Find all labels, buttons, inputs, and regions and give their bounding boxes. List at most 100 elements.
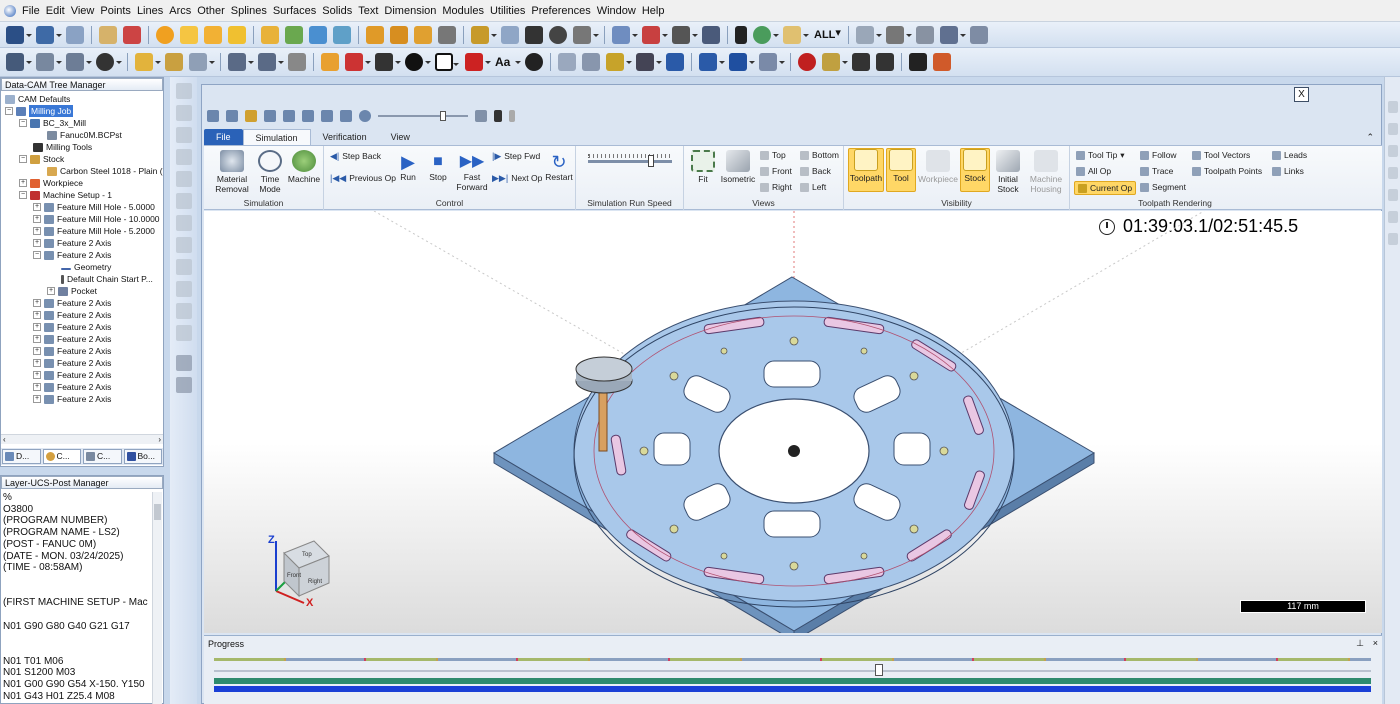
union-icon[interactable]	[309, 25, 327, 44]
body-select-icon[interactable]	[175, 303, 192, 319]
transform-icon[interactable]	[759, 53, 785, 71]
panel-icon[interactable]	[1387, 101, 1398, 113]
links-button[interactable]: Links	[1272, 166, 1304, 176]
select-filter-icon[interactable]	[753, 25, 779, 44]
pointer-tool-icon[interactable]	[175, 83, 192, 99]
time-mode-button[interactable]: Time Mode	[254, 150, 286, 194]
tree-item-pocket[interactable]: + Pocket	[47, 285, 97, 297]
hatch-icon[interactable]	[288, 53, 306, 71]
tree-item-feature[interactable]: + Feature Mill Hole - 5.0000	[33, 201, 155, 213]
erase-icon[interactable]	[123, 25, 141, 44]
view-cube-icon[interactable]	[672, 25, 698, 44]
view-bottom-button[interactable]: Bottom	[800, 150, 839, 160]
properties-icon[interactable]	[940, 25, 967, 44]
window-icon[interactable]	[6, 53, 32, 71]
menu-other[interactable]: Other	[194, 5, 228, 17]
area-select-icon[interactable]	[175, 215, 192, 231]
menu-help[interactable]: Help	[639, 5, 668, 17]
tool-toggle[interactable]: Tool	[886, 148, 916, 192]
solid-view-icon[interactable]	[699, 53, 725, 71]
level-dropdown-icon[interactable]: ▾	[835, 26, 841, 44]
move-icon[interactable]	[66, 25, 84, 44]
material-removal-button[interactable]: Material Removal	[210, 150, 254, 194]
rotate-icon[interactable]	[549, 25, 567, 44]
tree-item-milling-job[interactable]: − Milling Job	[5, 105, 74, 117]
menu-modules[interactable]: Modules	[439, 5, 487, 17]
view-right-button[interactable]: Right	[760, 182, 792, 192]
tree-item-machine[interactable]: − BC_3x_Mill	[19, 117, 86, 129]
select-snap-icon[interactable]	[36, 25, 62, 44]
menu-text[interactable]: Text	[355, 5, 381, 17]
toolpath-toggle[interactable]: Toolpath	[848, 148, 884, 192]
tree-item-workpiece[interactable]: + Workpiece	[19, 177, 83, 189]
boolean-icon[interactable]	[285, 25, 303, 44]
simulation-viewport[interactable]: 01:39:03.1/02:51:45.5 Z X Top Front Righ…	[204, 211, 1382, 633]
speed-slider-small[interactable]	[378, 111, 468, 121]
panel-icon[interactable]	[1387, 123, 1398, 135]
fast-forward-button[interactable]: ▶▶ Fast Forward	[454, 152, 490, 192]
pin-icon[interactable]: ⊥	[1356, 638, 1364, 649]
view-left-button[interactable]: Left	[800, 182, 826, 192]
scroll-right-icon[interactable]: ›	[158, 435, 161, 444]
menu-file[interactable]: File	[19, 5, 43, 17]
menu-solids[interactable]: Solids	[319, 5, 355, 17]
menu-view[interactable]: View	[68, 5, 98, 17]
panel-icon[interactable]	[1387, 167, 1398, 179]
tab-file[interactable]: File	[204, 129, 243, 146]
machine-housing-toggle[interactable]: Machine Housing	[1026, 150, 1066, 194]
follow-button[interactable]: Follow	[1140, 150, 1177, 160]
toolpath-points-button[interactable]: Toolpath Points	[1192, 166, 1262, 176]
isometric-button[interactable]: Isometric	[718, 150, 758, 184]
menu-edit[interactable]: Edit	[43, 5, 68, 17]
shell-icon[interactable]	[414, 25, 432, 44]
menu-arcs[interactable]: Arcs	[166, 5, 194, 17]
tree-item-feature[interactable]: + Feature 2 Axis	[33, 345, 111, 357]
tree-item-cam-defaults[interactable]: CAM Defaults	[5, 93, 70, 105]
dynamic-view-icon[interactable]	[573, 25, 599, 44]
mirror-icon[interactable]	[636, 53, 662, 71]
cursor-small-icon[interactable]	[494, 110, 502, 122]
zoom-window-icon[interactable]	[501, 25, 519, 44]
tree-item-milling-tools[interactable]: Milling Tools	[33, 141, 92, 153]
display-icon[interactable]	[36, 53, 62, 71]
tree-item-stock[interactable]: − Stock	[19, 153, 64, 165]
cam-icon[interactable]	[909, 53, 927, 71]
tool-vectors-button[interactable]: Tool Vectors	[1192, 150, 1250, 160]
select-tool-icon[interactable]	[175, 105, 192, 121]
progress-close-icon[interactable]: ×	[1373, 638, 1378, 648]
solid-op-2-icon[interactable]	[390, 25, 408, 44]
view-top-button[interactable]: Top	[760, 150, 786, 160]
circle-icon[interactable]	[405, 53, 431, 71]
progress-slider[interactable]	[214, 664, 1371, 676]
pan-icon[interactable]	[525, 25, 543, 44]
tree-item-feature[interactable]: + Feature 2 Axis	[33, 309, 111, 321]
tree-item-feature[interactable]: + Feature 2 Axis	[33, 393, 111, 405]
regen-icon[interactable]	[99, 25, 117, 44]
menu-window[interactable]: Window	[594, 5, 639, 17]
polygon-select-icon[interactable]	[175, 171, 192, 187]
panel-icon[interactable]	[1387, 145, 1398, 157]
subtract-icon[interactable]	[333, 25, 351, 44]
edge-select-icon[interactable]	[175, 281, 192, 297]
tree-item-feature[interactable]: + Feature 2 Axis	[33, 237, 111, 249]
box-icon[interactable]	[180, 25, 198, 44]
restart-button[interactable]: ↻ Restart	[544, 152, 574, 182]
tree-item-feature[interactable]: + Feature 2 Axis	[33, 321, 111, 333]
speed-slider-thumb[interactable]	[648, 155, 654, 167]
tab-cam[interactable]: C...	[42, 449, 81, 464]
color-icon[interactable]	[886, 25, 913, 44]
stock-toggle[interactable]: Stock	[960, 148, 990, 192]
face-select-icon[interactable]	[175, 259, 192, 275]
stop-button[interactable]: ■ Stop	[424, 152, 452, 182]
initial-stock-toggle[interactable]: Initial Stock	[992, 150, 1024, 194]
menu-lines[interactable]: Lines	[134, 5, 166, 17]
customize-icon[interactable]	[509, 110, 515, 122]
render-icon[interactable]	[702, 25, 720, 44]
axes-icon[interactable]	[642, 25, 668, 44]
export-icon[interactable]	[245, 110, 257, 122]
menu-splines[interactable]: Splines	[228, 5, 270, 17]
snap-icon[interactable]	[6, 25, 32, 44]
offset-icon[interactable]	[666, 53, 684, 71]
tree-item-feature[interactable]: − Feature 2 Axis	[33, 249, 111, 261]
workpiece-toggle[interactable]: Workpiece	[918, 150, 958, 184]
